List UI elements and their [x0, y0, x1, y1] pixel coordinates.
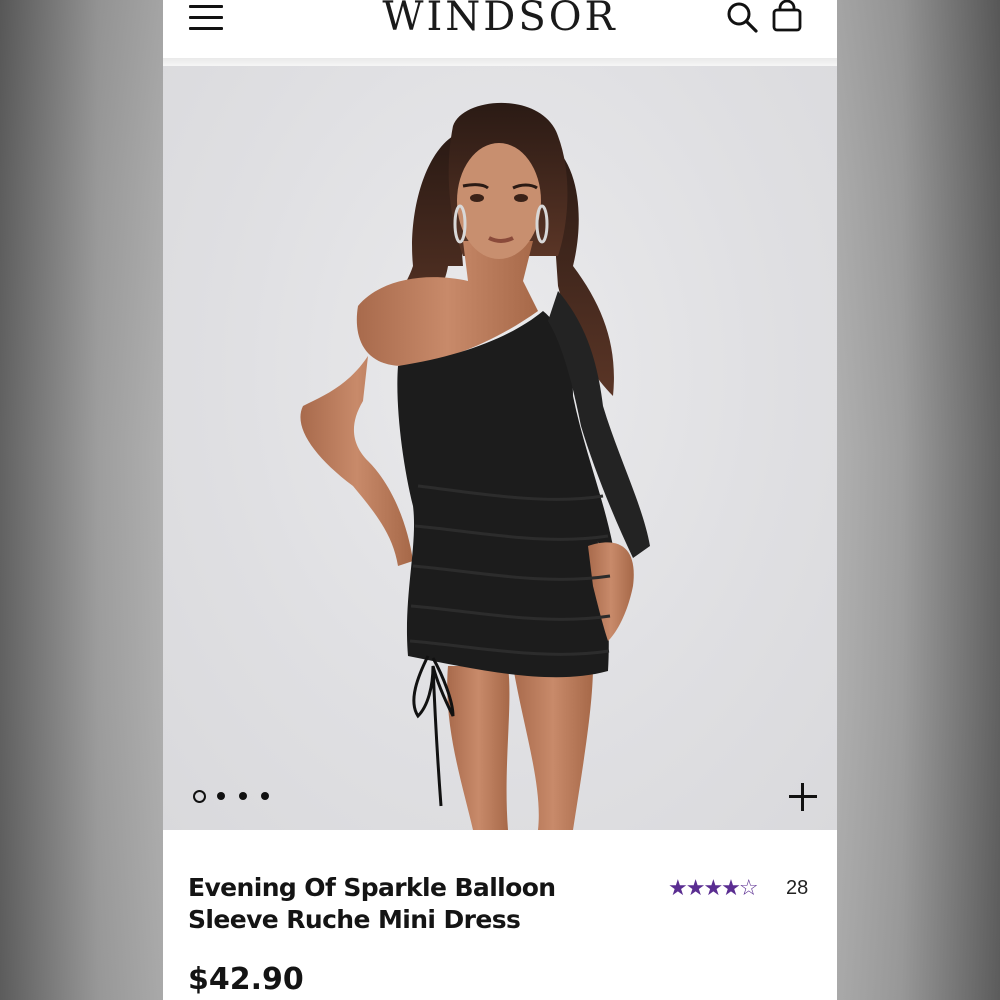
product-price: $42.90 — [188, 962, 304, 997]
background-left — [0, 0, 163, 1000]
site-header: WINDSOR — [163, 0, 837, 58]
model-wearing-dress — [300, 102, 650, 830]
search-icon[interactable] — [725, 0, 759, 34]
background-right — [837, 0, 1000, 1000]
plus-icon[interactable] — [788, 782, 818, 812]
product-image[interactable] — [163, 66, 837, 830]
gallery-dot-2[interactable] — [217, 792, 225, 800]
product-title-line2: Sleeve Ruche Mini Dress — [188, 905, 521, 934]
shopping-bag-icon[interactable] — [771, 0, 803, 34]
review-count[interactable]: 28 — [786, 877, 808, 900]
product-title: Evening Of Sparkle Balloon Sleeve Ruche … — [188, 872, 608, 936]
gallery-dot-3[interactable] — [239, 792, 247, 800]
star-rating-icon: ★★★★☆ — [668, 876, 759, 901]
gallery-dot-1[interactable] — [193, 790, 206, 803]
product-title-line1: Evening Of Sparkle Balloon — [188, 873, 556, 902]
mobile-page: WINDSOR Evening Of Sparkle Balloon Sleev… — [163, 0, 837, 1000]
gallery-dot-4[interactable] — [261, 792, 269, 800]
header-divider — [163, 58, 837, 66]
